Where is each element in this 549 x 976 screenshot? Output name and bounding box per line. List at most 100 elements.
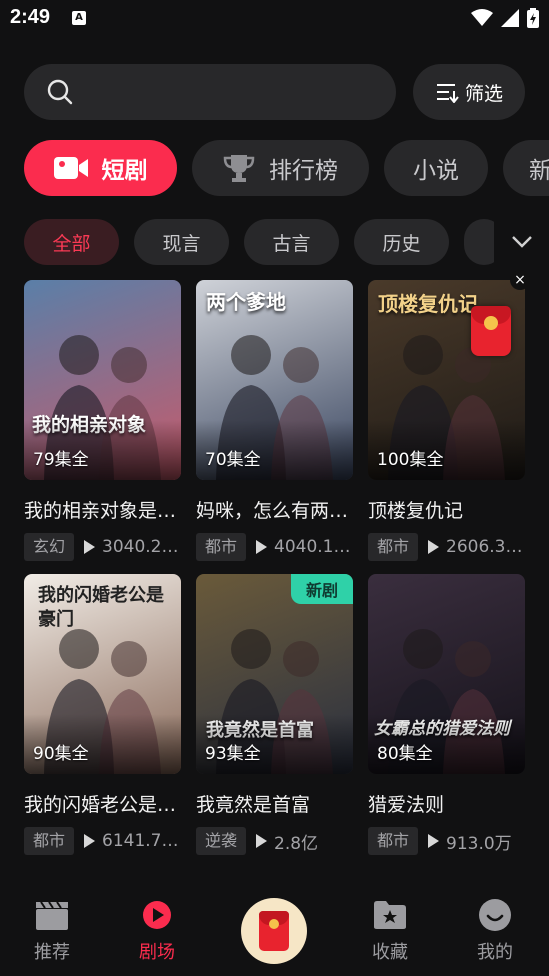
episode-count: 100集全 — [377, 450, 444, 470]
play-count: 4040.1… — [274, 537, 351, 557]
chip-label: 现言 — [162, 232, 201, 255]
drama-card[interactable]: 女霸总的猎爱法则80集全猎爱法则都市 913.0万 — [368, 574, 525, 855]
poster-image[interactable]: 我竟然是首富93集全新剧 — [196, 574, 353, 774]
bottom-nav: 推荐 剧场 收藏 我的 — [0, 880, 549, 976]
nav-recommend[interactable]: 推荐 — [12, 898, 92, 964]
expand-chips-button[interactable] — [494, 219, 549, 265]
play-count: 2.8亿 — [274, 833, 319, 854]
genre-tag: 玄幻 — [24, 533, 75, 561]
poster-title-art: 两个爹地 — [206, 290, 286, 314]
genre-chips: 全部 现言 古言 历史 — [24, 219, 549, 267]
poster-title-art: 我的闪婚老公是豪门 — [38, 585, 164, 630]
genre-tag: 都市 — [368, 533, 419, 561]
play-count: 2606.3… — [446, 537, 523, 557]
episode-count: 70集全 — [205, 450, 261, 470]
poster-image[interactable]: 两个爹地 70集全 — [196, 280, 353, 480]
drama-title[interactable]: 我的相亲对象是… — [24, 496, 181, 523]
episode-count: 79集全 — [33, 450, 89, 470]
nav-label: 收藏 — [372, 942, 408, 963]
nav-favorites[interactable]: 收藏 — [350, 898, 430, 964]
signal-icon — [501, 9, 519, 27]
drama-title[interactable]: 我竟然是首富 — [196, 790, 353, 817]
play-count-icon — [256, 540, 268, 554]
poster-image[interactable]: 我的闪婚老公是豪门 90集全 — [24, 574, 181, 774]
poster-image[interactable]: 女霸总的猎爱法则80集全 — [368, 574, 525, 774]
chip-all[interactable]: 全部 — [24, 219, 119, 265]
category-tabs: 短剧 排行榜 小说 新 — [24, 140, 549, 196]
nav-label: 剧场 — [139, 942, 175, 963]
chevron-down-icon — [511, 236, 532, 248]
play-count-icon — [84, 540, 96, 554]
play-count-icon — [84, 834, 96, 848]
close-float-button[interactable]: × — [510, 270, 530, 290]
video-camera-icon — [53, 155, 88, 181]
battery-icon — [527, 8, 539, 28]
drama-card[interactable]: 我竟然是首富93集全新剧我竟然是首富逆袭2.8亿 — [196, 574, 353, 855]
filter-label: 筛选 — [464, 82, 503, 105]
drama-meta: 都市 2606.3… — [368, 533, 525, 561]
drama-meta: 都市 6141.7… — [24, 827, 181, 855]
smile-icon — [479, 899, 511, 931]
poster-image[interactable]: 我的相亲对象79集全 — [24, 280, 181, 480]
red-packet-icon — [259, 911, 289, 951]
play-count: 913.0万 — [446, 833, 512, 854]
play-circle-icon — [143, 901, 171, 929]
tab-new[interactable]: 新 — [503, 140, 549, 196]
red-packet-button[interactable] — [241, 898, 307, 964]
red-packet-float-icon[interactable] — [471, 306, 511, 356]
drama-title[interactable]: 妈咪，怎么有两… — [196, 496, 353, 523]
new-badge: 新剧 — [291, 574, 353, 604]
status-bar: 2:49 A — [0, 0, 549, 38]
nav-profile[interactable]: 我的 — [455, 898, 535, 964]
status-time: 2:49 — [10, 6, 51, 28]
tab-ranking[interactable]: 排行榜 — [192, 140, 369, 196]
tab-short-drama[interactable]: 短剧 — [24, 140, 177, 196]
drama-card[interactable]: 我的闪婚老公是豪门 90集全我的闪婚老公是… 都市 6141.7… — [24, 574, 181, 855]
drama-meta: 玄幻 3040.2… — [24, 533, 181, 561]
genre-tag: 逆袭 — [196, 827, 247, 855]
drama-meta: 逆袭 2.8亿 — [196, 827, 353, 855]
drama-card[interactable]: 我的相亲对象79集全我的相亲对象是… 玄幻 3040.2… — [24, 280, 181, 561]
tab-label: 小说 — [413, 158, 459, 184]
chip-history[interactable]: 历史 — [354, 219, 449, 265]
chip-ancient-romance[interactable]: 古言 — [244, 219, 339, 265]
tab-label: 排行榜 — [269, 158, 338, 184]
tab-label: 短剧 — [101, 158, 148, 184]
episode-count: 80集全 — [377, 744, 433, 764]
play-count: 6141.7… — [102, 831, 179, 851]
chip-label: 历史 — [382, 232, 421, 255]
clapper-icon — [36, 901, 68, 930]
status-icons — [471, 8, 539, 28]
tab-novel[interactable]: 小说 — [384, 140, 488, 196]
drama-meta: 都市 4040.1… — [196, 533, 353, 561]
drama-card[interactable]: 两个爹地 70集全妈咪，怎么有两… 都市 4040.1… — [196, 280, 353, 561]
chip-modern-romance[interactable]: 现言 — [134, 219, 229, 265]
genre-tag: 都市 — [24, 827, 75, 855]
filter-button[interactable]: 筛选 — [413, 64, 525, 120]
tab-label: 新 — [529, 158, 549, 184]
trophy-icon — [223, 153, 255, 183]
play-count: 3040.2… — [102, 537, 179, 557]
episode-count: 90集全 — [33, 744, 89, 764]
play-count-icon — [428, 540, 440, 554]
play-count-icon — [256, 834, 268, 848]
episode-count: 93集全 — [205, 744, 261, 764]
drama-title[interactable]: 猎爱法则 — [368, 790, 525, 817]
chip-label: 全部 — [52, 232, 91, 255]
nav-theater[interactable]: 剧场 — [117, 898, 197, 964]
filter-icon — [436, 84, 459, 103]
search-icon — [47, 79, 73, 105]
folder-star-icon — [374, 901, 406, 929]
search-input[interactable] — [24, 64, 396, 120]
nav-label: 推荐 — [34, 942, 70, 963]
notification-icon: A — [72, 11, 86, 25]
play-count-icon — [428, 834, 440, 848]
genre-tag: 都市 — [368, 827, 419, 855]
app-screen: 2:49 A 筛选 短剧 排行榜 小说 新 全部 现言 古言 历史 79集全 我… — [0, 0, 549, 976]
nav-label: 我的 — [477, 942, 513, 963]
chip-label: 古言 — [272, 232, 311, 255]
wifi-icon — [471, 9, 493, 26]
drama-title[interactable]: 我的闪婚老公是… — [24, 790, 181, 817]
drama-meta: 都市 913.0万 — [368, 827, 525, 855]
drama-title[interactable]: 顶楼复仇记 — [368, 496, 525, 523]
